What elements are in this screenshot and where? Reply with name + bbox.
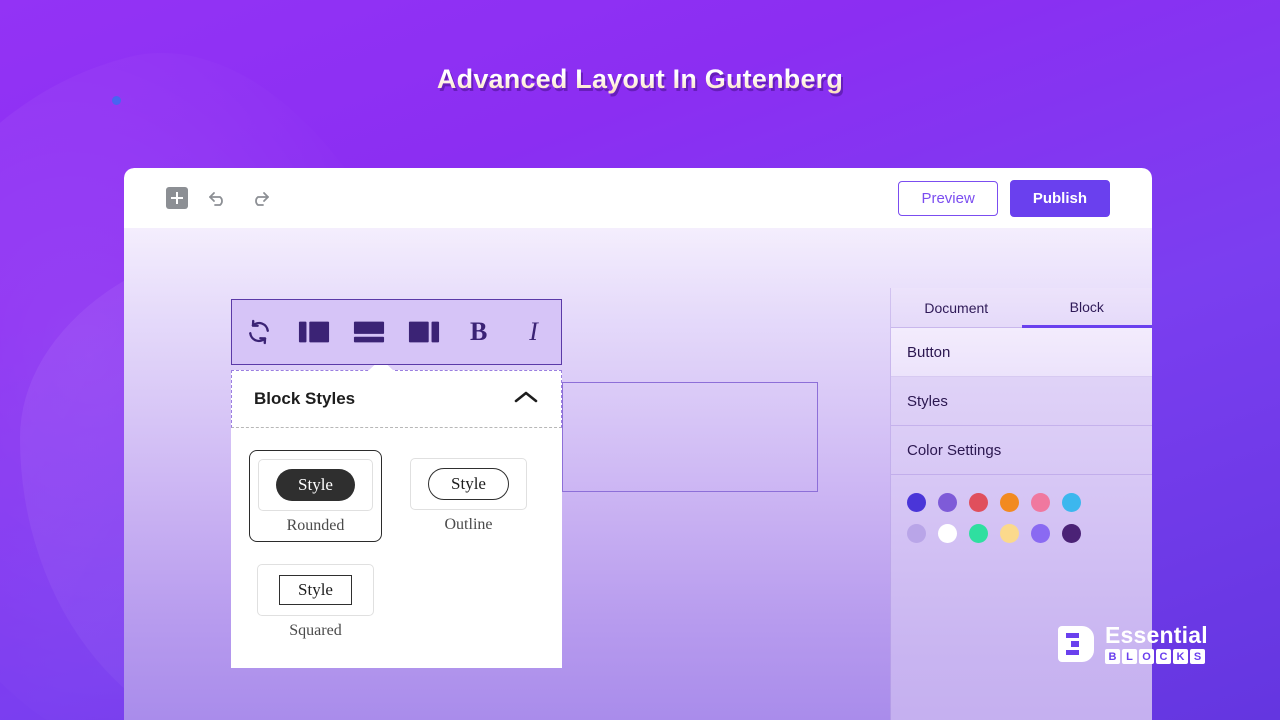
- selected-block-outline[interactable]: [562, 382, 818, 492]
- style-preview-label: Style: [428, 468, 509, 500]
- block-formatting-toolbar: B I: [231, 299, 562, 365]
- color-swatch-row: [907, 524, 1138, 543]
- color-swatch[interactable]: [969, 493, 988, 512]
- color-swatch[interactable]: [938, 493, 957, 512]
- color-swatch[interactable]: [1000, 493, 1019, 512]
- color-swatch-row: [907, 493, 1138, 512]
- style-preview-outline: Style: [410, 458, 527, 510]
- style-option-outline[interactable]: Style Outline: [402, 450, 535, 542]
- color-swatch[interactable]: [1031, 493, 1050, 512]
- align-right-icon[interactable]: [396, 300, 451, 364]
- color-swatch[interactable]: [1062, 524, 1081, 543]
- tab-block[interactable]: Block: [1021, 288, 1152, 328]
- block-styles-popover: Block Styles Style Rounded Style Outline…: [231, 359, 562, 668]
- align-left-icon[interactable]: [287, 300, 342, 364]
- publish-button[interactable]: Publish: [1009, 179, 1110, 217]
- editor-toolbar-right-group: Preview Publish: [898, 179, 1152, 217]
- logo-letter: C: [1156, 649, 1171, 664]
- logo-text-group: Essential BLOCKS: [1105, 624, 1208, 664]
- redo-icon[interactable]: [248, 186, 272, 210]
- editor-top-toolbar: Preview Publish: [124, 168, 1152, 228]
- logo-primary-text: Essential: [1105, 622, 1208, 648]
- page-title: Advanced Layout In Gutenberg: [0, 64, 1280, 95]
- eb-monogram-bar: [1071, 641, 1079, 647]
- chevron-up-icon[interactable]: [513, 389, 539, 410]
- style-option-label: Squared: [289, 622, 342, 639]
- style-preview-label: Style: [279, 575, 352, 605]
- background-decoration-dot: [112, 96, 121, 105]
- editor-toolbar-left-group: [124, 186, 272, 210]
- preview-button[interactable]: Preview: [898, 180, 998, 216]
- add-block-icon[interactable]: [166, 187, 188, 209]
- color-swatch[interactable]: [938, 524, 957, 543]
- logo-letter: K: [1173, 649, 1188, 664]
- bold-icon[interactable]: B: [451, 300, 506, 364]
- color-swatch-grid: [891, 475, 1152, 543]
- style-option-squared[interactable]: Style Squared: [249, 556, 382, 646]
- color-swatch[interactable]: [1062, 493, 1081, 512]
- sidebar-section-styles[interactable]: Styles: [891, 377, 1152, 426]
- popover-header: Block Styles: [231, 370, 562, 428]
- logo-secondary-text: BLOCKS: [1105, 649, 1208, 664]
- color-swatch[interactable]: [907, 493, 926, 512]
- color-swatch[interactable]: [1000, 524, 1019, 543]
- logo-letter: B: [1105, 649, 1120, 664]
- undo-icon[interactable]: [206, 186, 230, 210]
- sidebar-section-button[interactable]: Button: [891, 328, 1152, 377]
- essential-blocks-logo: Essential BLOCKS: [1058, 624, 1208, 664]
- style-option-rounded[interactable]: Style Rounded: [249, 450, 382, 542]
- logo-letter: S: [1190, 649, 1205, 664]
- style-preview-squared: Style: [257, 564, 374, 616]
- color-swatch[interactable]: [907, 524, 926, 543]
- popover-title: Block Styles: [254, 389, 356, 408]
- align-center-icon[interactable]: [342, 300, 397, 364]
- style-option-label: Outline: [444, 516, 493, 533]
- color-swatch[interactable]: [969, 524, 988, 543]
- sidebar-section-color-settings[interactable]: Color Settings: [891, 426, 1152, 475]
- transform-block-icon[interactable]: [232, 300, 287, 364]
- logo-letter: O: [1139, 649, 1154, 664]
- eb-monogram-icon: [1058, 626, 1094, 662]
- color-swatch[interactable]: [1031, 524, 1050, 543]
- logo-letter: L: [1122, 649, 1137, 664]
- style-preview-rounded: Style: [258, 459, 373, 511]
- tab-document[interactable]: Document: [891, 288, 1022, 328]
- italic-icon[interactable]: I: [506, 300, 561, 364]
- popover-style-options: Style Rounded Style Outline Style Square…: [231, 428, 562, 646]
- sidebar-tabs: Document Block: [891, 288, 1152, 328]
- style-preview-label: Style: [276, 469, 355, 501]
- style-option-label: Rounded: [286, 517, 345, 534]
